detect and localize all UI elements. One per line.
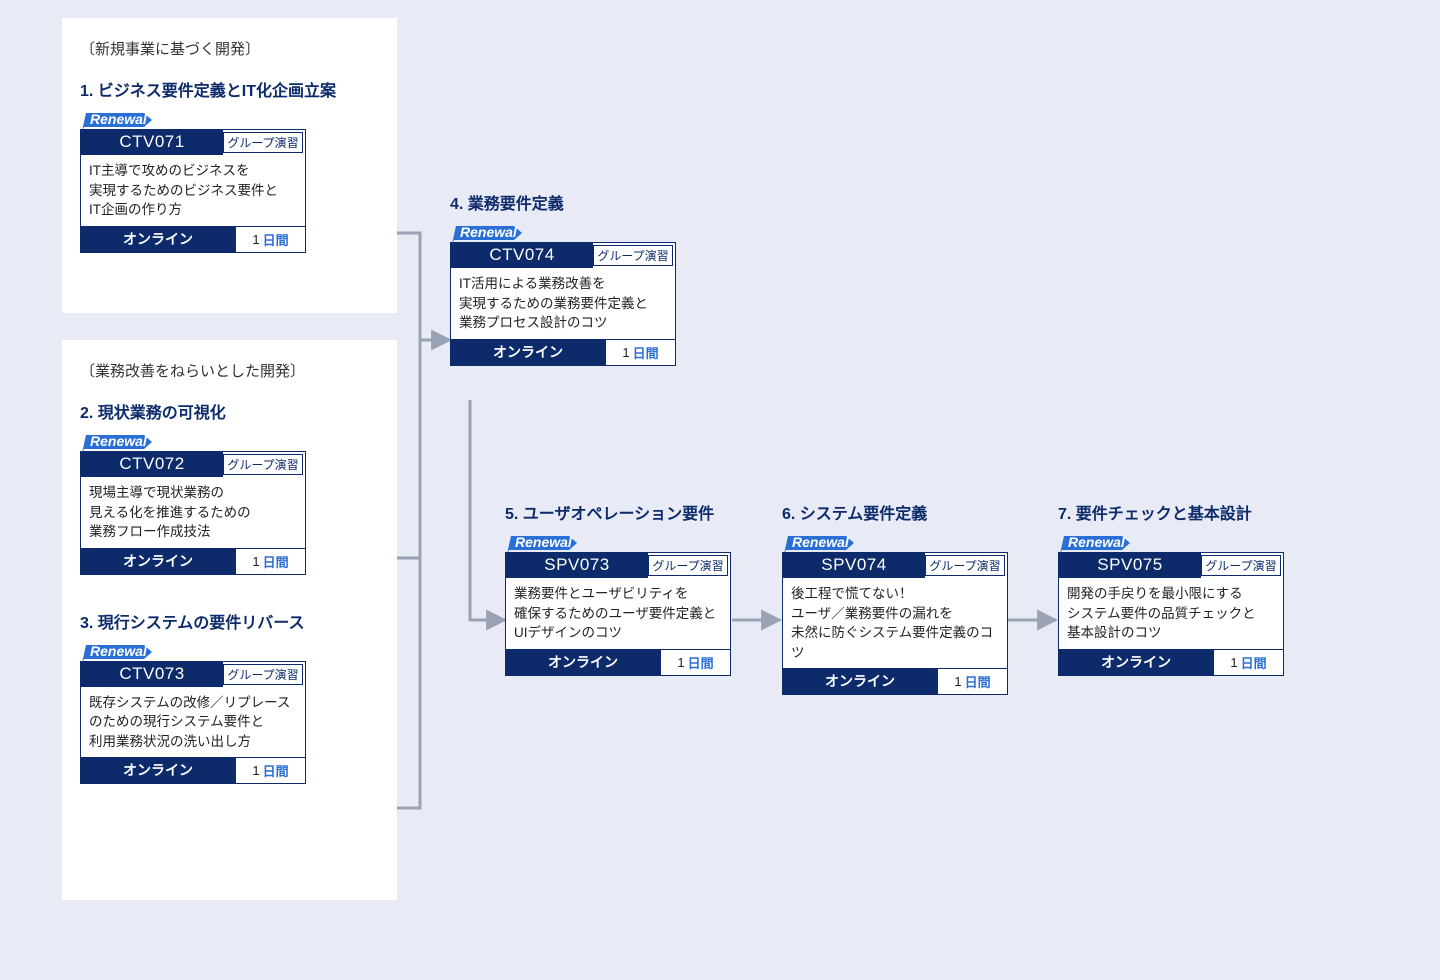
duration: 1日間 (937, 669, 1007, 694)
card-spv073[interactable]: SPV073 グループ演習 業務要件とユーザビリティを 確保するためのユーザ要件… (505, 552, 731, 676)
section-7-title: 7. 要件チェックと基本設計 (1058, 500, 1284, 524)
course-desc: 業務要件とユーザビリティを 確保するためのユーザ要件定義と UIデザインのコツ (506, 578, 730, 649)
group-badge: グループ演習 (223, 132, 303, 153)
group-badge: グループ演習 (1201, 555, 1281, 576)
card-ctv073[interactable]: CTV073 グループ演習 既存システムの改修／リプレース のための現行システム… (80, 661, 306, 785)
group-badge: グループ演習 (648, 555, 728, 576)
renewal-badge: Renewal (82, 433, 150, 453)
delivery-mode: オンライン (451, 340, 605, 365)
duration: 1日間 (605, 340, 675, 365)
section-1-title: 1. ビジネス要件定義とIT化企画立案 (80, 77, 379, 101)
node-7: 7. 要件チェックと基本設計 Renewal SPV075 グループ演習 開発の… (1058, 500, 1284, 676)
course-code: CTV074 (451, 243, 593, 268)
course-desc: IT主導で攻めのビジネスを 実現するためのビジネス要件と IT企画の作り方 (81, 155, 305, 226)
section-3-title: 3. 現行システムの要件リバース (80, 609, 379, 633)
panel-new-business: 〔新規事業に基づく開発〕 1. ビジネス要件定義とIT化企画立案 Renewal… (62, 18, 397, 313)
panel-improvement: 〔業務改善をねらいとした開発〕 2. 現状業務の可視化 Renewal CTV0… (62, 340, 397, 900)
renewal-badge: Renewal (82, 643, 150, 663)
card-spv075[interactable]: SPV075 グループ演習 開発の手戻りを最小限にする システム要件の品質チェッ… (1058, 552, 1284, 676)
svg-text:Renewal: Renewal (792, 534, 850, 550)
card-ctv074[interactable]: CTV074 グループ演習 IT活用による業務改善を 実現するための業務要件定義… (450, 242, 676, 366)
delivery-mode: オンライン (1059, 650, 1213, 675)
course-code: CTV073 (81, 662, 223, 687)
panel-title: 〔業務改善をねらいとした開発〕 (80, 360, 379, 381)
renewal-badge: Renewal (1060, 534, 1128, 554)
course-code: CTV071 (81, 130, 223, 155)
group-badge: グループ演習 (925, 555, 1005, 576)
svg-text:Renewal: Renewal (515, 534, 573, 550)
node-5: 5. ユーザオペレーション要件 Renewal SPV073 グループ演習 業務… (505, 500, 731, 676)
node-6: 6. システム要件定義 Renewal SPV074 グループ演習 後工程で慌て… (782, 500, 1008, 695)
delivery-mode: オンライン (506, 650, 660, 675)
group-badge: グループ演習 (223, 454, 303, 475)
card-ctv072[interactable]: CTV072 グループ演習 現場主導で現状業務の 見える化を推進するための 業務… (80, 451, 306, 575)
course-desc: IT活用による業務改善を 実現するための業務要件定義と 業務プロセス設計のコツ (451, 268, 675, 339)
course-desc: 開発の手戻りを最小限にする システム要件の品質チェックと 基本設計のコツ (1059, 578, 1283, 649)
delivery-mode: オンライン (81, 549, 235, 574)
section-4-title: 4. 業務要件定義 (450, 190, 676, 214)
course-desc: 既存システムの改修／リプレース のための現行システム要件と 利用業務状況の洗い出… (81, 687, 305, 758)
delivery-mode: オンライン (783, 669, 937, 694)
svg-text:Renewal: Renewal (90, 433, 148, 449)
course-desc: 現場主導で現状業務の 見える化を推進するための 業務フロー作成技法 (81, 477, 305, 548)
renewal-badge: Renewal (784, 534, 852, 554)
section-2-title: 2. 現状業務の可視化 (80, 399, 379, 423)
card-spv074[interactable]: SPV074 グループ演習 後工程で慌てない！ ユーザ／業務要件の漏れを 未然に… (782, 552, 1008, 695)
course-desc: 後工程で慌てない！ ユーザ／業務要件の漏れを 未然に防ぐシステム要件定義のコツ (783, 578, 1007, 668)
duration: 1日間 (235, 549, 305, 574)
svg-text:Renewal: Renewal (90, 643, 148, 659)
panel-title: 〔新規事業に基づく開発〕 (80, 38, 379, 59)
section-5-title: 5. ユーザオペレーション要件 (505, 500, 731, 524)
course-code: SPV075 (1059, 553, 1201, 578)
renewal-badge: Renewal (452, 224, 520, 244)
group-badge: グループ演習 (593, 245, 673, 266)
duration: 1日間 (235, 227, 305, 252)
duration: 1日間 (235, 758, 305, 783)
node-4: 4. 業務要件定義 Renewal CTV074 グループ演習 IT活用による業… (450, 190, 676, 366)
svg-text:Renewal: Renewal (1068, 534, 1126, 550)
duration: 1日間 (1213, 650, 1283, 675)
course-code: SPV074 (783, 553, 925, 578)
course-code: CTV072 (81, 452, 223, 477)
duration: 1日間 (660, 650, 730, 675)
card-ctv071[interactable]: CTV071 グループ演習 IT主導で攻めのビジネスを 実現するためのビジネス要… (80, 129, 306, 253)
group-badge: グループ演習 (223, 664, 303, 685)
delivery-mode: オンライン (81, 758, 235, 783)
svg-text:Renewal: Renewal (90, 111, 148, 127)
delivery-mode: オンライン (81, 227, 235, 252)
renewal-badge: Renewal (82, 111, 150, 131)
renewal-badge: Renewal (507, 534, 575, 554)
course-code: SPV073 (506, 553, 648, 578)
section-6-title: 6. システム要件定義 (782, 500, 1008, 524)
svg-text:Renewal: Renewal (460, 224, 518, 240)
